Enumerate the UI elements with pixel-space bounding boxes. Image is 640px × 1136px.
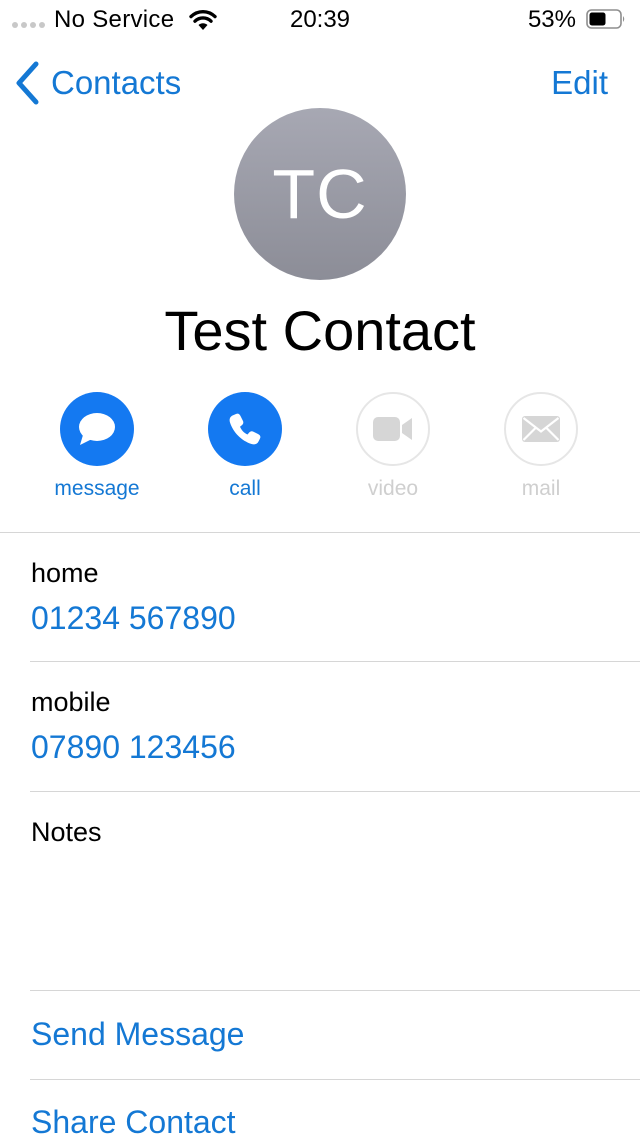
call-action-label: call [229,477,261,500]
mail-action-label: mail [521,477,561,500]
avatar: TC [234,108,406,280]
divider [0,532,640,533]
quick-actions: message call video mail [0,392,640,512]
share-contact-link[interactable]: Share Contact [31,1104,236,1136]
mobile-phone-value[interactable]: 07890 123456 [31,729,236,766]
phone-icon [229,413,261,445]
back-button-label: Contacts [51,64,182,101]
battery-percent: 53% [527,6,576,33]
home-phone-label: home [31,558,99,588]
notes-label: Notes [31,817,102,847]
chevron-left-icon [16,61,39,105]
battery-icon [586,9,625,29]
edit-button[interactable]: Edit [551,64,608,102]
divider [30,1079,640,1080]
call-action-button[interactable]: call [171,392,319,501]
video-camera-icon [373,417,412,441]
back-button[interactable]: Contacts [14,60,181,106]
video-action-label: video [367,477,419,500]
divider [30,661,640,662]
home-phone-value[interactable]: 01234 567890 [31,600,236,637]
contact-name: Test Contact [164,299,476,362]
avatar-initials: TC [272,155,368,233]
divider [30,990,640,991]
contact-detail-screen: No Service 20:39 53% Contacts Edit TC Te… [0,0,640,1136]
message-bubble-icon [79,413,115,445]
envelope-icon [522,416,560,442]
send-message-link[interactable]: Send Message [31,1016,244,1053]
divider [30,791,640,792]
status-bar: No Service 20:39 53% [0,0,640,40]
video-action-button[interactable]: video [319,392,467,501]
mail-action-button[interactable]: mail [467,392,615,501]
mobile-phone-label: mobile [31,687,111,717]
message-action-label: message [54,477,140,500]
message-action-button[interactable]: message [23,392,171,501]
